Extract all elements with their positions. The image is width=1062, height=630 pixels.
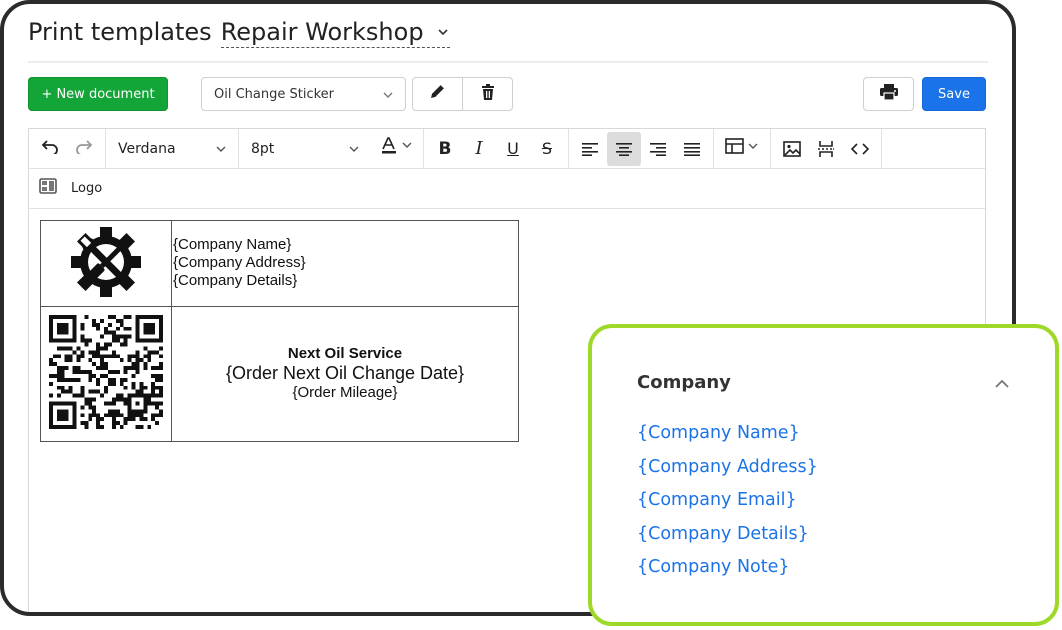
save-button[interactable]: Save <box>922 77 986 111</box>
align-center-icon[interactable] <box>607 131 641 166</box>
font-family-group: Verdana <box>106 129 239 168</box>
table-row: {Company Name} {Company Address} {Compan… <box>40 220 519 307</box>
chevron-down-icon <box>436 24 450 40</box>
company-name-placeholder: {Company Name} <box>173 236 292 253</box>
title-divider <box>28 61 988 63</box>
page-break-icon[interactable] <box>809 132 843 166</box>
redo-button[interactable] <box>67 132 101 166</box>
chevron-down-icon <box>349 142 359 155</box>
strikethrough-icon[interactable]: S <box>530 132 564 166</box>
list-item[interactable]: {Company Details} <box>637 521 818 555</box>
qr-code-icon <box>49 315 163 433</box>
trash-icon <box>481 83 495 105</box>
font-family-select[interactable]: Verdana <box>110 132 234 166</box>
table-icon <box>725 138 759 159</box>
bold-icon[interactable]: B <box>428 132 462 166</box>
redo-icon <box>75 138 93 159</box>
list-item[interactable]: {Company Address} <box>637 454 818 488</box>
list-item[interactable]: {Company Email} <box>637 487 818 521</box>
logo-cell[interactable] <box>40 220 172 307</box>
align-right-icon[interactable] <box>641 132 675 166</box>
company-info-cell[interactable]: {Company Name} {Company Address} {Compan… <box>171 220 519 307</box>
template-select-value: Oil Change Sticker <box>214 86 335 102</box>
printer-icon <box>879 84 898 104</box>
chevron-up-icon <box>995 375 1009 393</box>
text-color-button[interactable] <box>375 132 419 166</box>
service-date-placeholder: {Order Next Oil Change Date} <box>225 363 465 383</box>
editor-toolbar: Verdana 8pt B I U S <box>29 129 985 169</box>
table-insert-button[interactable] <box>718 132 766 166</box>
variable-list: {Company Name} {Company Address} {Compan… <box>637 420 818 588</box>
workshop-name: Repair Workshop <box>220 18 424 46</box>
history-group <box>29 129 106 168</box>
font-size-value: 8pt <box>251 140 275 157</box>
align-justify-icon[interactable] <box>675 132 709 166</box>
font-size-select[interactable]: 8pt <box>243 132 367 166</box>
page-title: Print templates <box>28 18 212 46</box>
new-document-button[interactable]: + New document <box>28 77 168 111</box>
chevron-down-icon <box>383 88 393 101</box>
underline-icon[interactable]: U <box>496 132 530 166</box>
align-left-icon[interactable] <box>573 132 607 166</box>
template-select[interactable]: Oil Change Sticker <box>201 77 406 111</box>
list-item[interactable]: {Company Note} <box>637 554 818 588</box>
company-address-placeholder: {Company Address} <box>173 254 306 271</box>
font-size-group: 8pt <box>239 129 371 168</box>
title-row: Print templates Repair Workshop <box>28 18 450 48</box>
pencil-icon <box>429 83 446 105</box>
company-details-placeholder: {Company Details} <box>173 272 298 289</box>
italic-icon[interactable]: I <box>462 132 496 166</box>
breadcrumb-label: Logo <box>71 181 103 196</box>
sticker-template-table: {Company Name} {Company Address} {Compan… <box>40 220 519 442</box>
list-item[interactable]: {Company Name} <box>637 420 818 454</box>
qr-code-cell[interactable] <box>40 306 172 442</box>
font-family-value: Verdana <box>118 140 176 157</box>
gear-wrench-logo-icon <box>68 226 144 304</box>
text-color-group <box>371 129 424 168</box>
print-button[interactable] <box>863 77 914 111</box>
company-variables-panel: Company {Company Name} {Company Address}… <box>588 324 1059 626</box>
breadcrumb: Logo <box>29 169 985 209</box>
code-icon[interactable] <box>843 132 877 166</box>
service-mileage-placeholder: {Order Mileage} <box>292 384 398 401</box>
collapse-button[interactable] <box>993 376 1011 392</box>
image-icon[interactable] <box>775 132 809 166</box>
edit-template-button[interactable] <box>413 78 462 110</box>
template-actions <box>412 77 513 111</box>
alignment-group <box>569 129 714 168</box>
table-row: Next Oil Service {Order Next Oil Change … <box>40 306 519 442</box>
workshop-selector[interactable]: Repair Workshop <box>220 18 450 48</box>
delete-template-button[interactable] <box>462 78 512 110</box>
service-title: Next Oil Service <box>287 345 403 362</box>
undo-button[interactable] <box>33 132 67 166</box>
layout-block-icon <box>39 178 57 199</box>
undo-icon <box>41 138 59 159</box>
text-style-group: B I U S <box>424 129 569 168</box>
service-info-cell[interactable]: Next Oil Service {Order Next Oil Change … <box>171 306 519 442</box>
text-color-icon <box>380 137 414 160</box>
panel-title: Company <box>637 372 731 393</box>
table-group <box>714 129 771 168</box>
chevron-down-icon <box>216 142 226 155</box>
insert-group <box>771 129 882 168</box>
